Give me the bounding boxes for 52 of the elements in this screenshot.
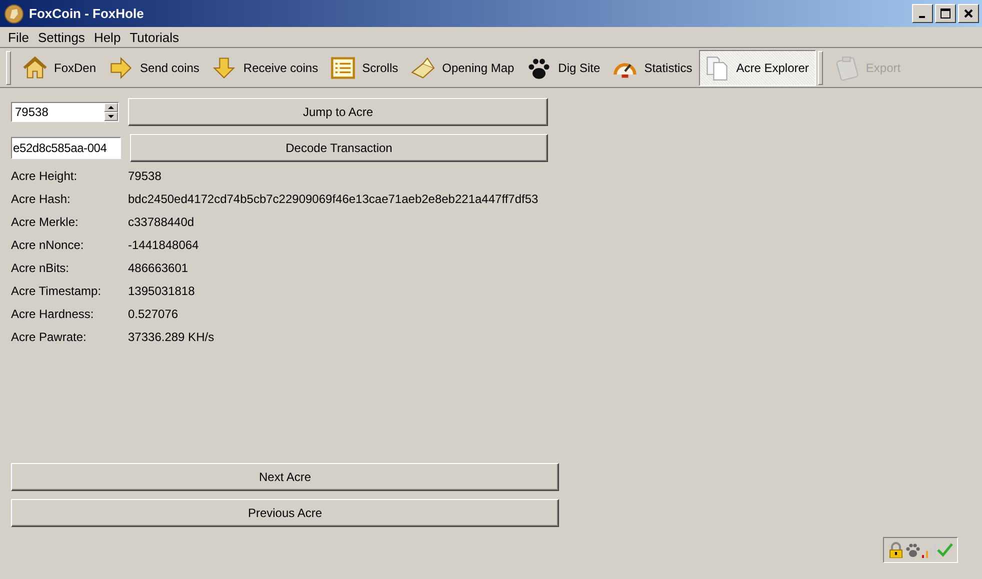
- toolbar-button[interactable]: Scrolls: [325, 50, 406, 86]
- menu-item[interactable]: File: [2, 30, 32, 44]
- minimize-button[interactable]: [912, 4, 933, 23]
- transaction-input-field[interactable]: e52d8c585aa-004: [11, 137, 121, 159]
- menu-item[interactable]: Tutorials: [124, 30, 182, 44]
- previous-acre-button[interactable]: Previous Acre: [11, 499, 559, 527]
- check-icon: [937, 542, 953, 558]
- jump-to-acre-button[interactable]: Jump to Acre: [128, 98, 548, 126]
- toolbar-button[interactable]: FoxDen: [17, 50, 104, 86]
- list-icon: [330, 54, 356, 80]
- maximize-icon: [940, 8, 951, 19]
- field-value: 37336.289 KH/s: [128, 330, 216, 345]
- field-label: Acre Merkle:: [11, 215, 80, 230]
- house-icon: [22, 54, 48, 80]
- toolbar-button[interactable]: Acre Explorer: [699, 50, 816, 86]
- close-button[interactable]: [958, 4, 979, 23]
- menu-item[interactable]: Settings: [32, 30, 88, 44]
- close-icon: [963, 8, 974, 19]
- field-value: 486663601: [128, 261, 190, 276]
- lock-icon: [888, 542, 904, 558]
- acre-number-spinbox[interactable]: 79538: [11, 102, 119, 122]
- toolbar-button[interactable]: Dig Site: [521, 50, 608, 86]
- documents-icon: [704, 54, 730, 80]
- window-title: FoxCoin - FoxHole: [29, 6, 145, 21]
- menu-item[interactable]: Help: [88, 30, 124, 44]
- field-value: 1395031818: [128, 284, 196, 299]
- toolbar-button[interactable]: Statistics: [607, 50, 700, 86]
- field-value: -1441848064: [128, 238, 200, 253]
- maximize-button[interactable]: [935, 4, 956, 23]
- toolbar-button[interactable]: Opening Map: [405, 50, 522, 86]
- app-logo-icon: [4, 4, 24, 24]
- field-label: Acre Hardness:: [11, 307, 95, 322]
- field-label: Acre nNonce:: [11, 238, 85, 253]
- toolbar-button[interactable]: Receive coins: [206, 50, 326, 86]
- minimize-icon: [918, 16, 924, 18]
- field-value: bdc2450ed4172cd74b5cb7c22909069f46e13cae71aeb2e8eb221a447ff7df53: [128, 192, 540, 207]
- field-label: Acre nBits:: [11, 261, 70, 276]
- field-label: Acre Timestamp:: [11, 284, 102, 299]
- field-label: Acre Hash:: [11, 192, 72, 207]
- field-label: Acre Pawrate:: [11, 330, 88, 345]
- paw-icon: [905, 542, 921, 558]
- signal-bars-icon: [922, 542, 936, 558]
- field-value: c33788440d: [128, 215, 196, 230]
- field-value: 0.527076: [128, 307, 180, 322]
- decode-transaction-button[interactable]: Decode Transaction: [130, 134, 548, 162]
- down-arrow-icon: [211, 54, 238, 80]
- toolbar-button[interactable]: Send coins: [103, 50, 206, 86]
- field-label: Acre Height:: [11, 169, 78, 184]
- book-icon: [410, 54, 436, 80]
- right-arrow-icon: [108, 54, 134, 80]
- next-acre-button[interactable]: Next Acre: [11, 463, 559, 491]
- field-value: 79538: [128, 169, 162, 184]
